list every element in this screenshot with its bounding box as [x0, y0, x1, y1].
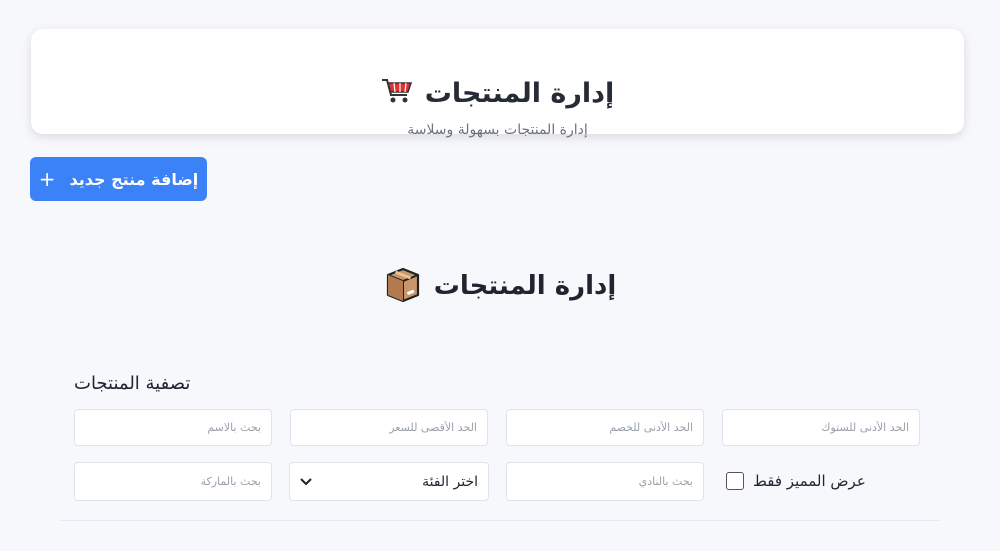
category-select-value: اختر الفئة — [422, 473, 478, 490]
add-product-label: إضافة منتج جديد — [69, 169, 199, 189]
package-box-icon — [384, 265, 422, 307]
category-select[interactable]: اختر الفئة — [289, 462, 489, 501]
section-title-row: إدارة المنتجات — [0, 265, 1000, 307]
featured-only-toggle[interactable]: عرض المميز فقط — [726, 472, 866, 490]
page-subtitle: إدارة المنتجات بسهولة وسلاسة — [407, 122, 588, 138]
name-search-input[interactable] — [74, 409, 272, 446]
add-product-button[interactable]: إضافة منتج جديد + — [30, 157, 207, 201]
filter-section-title: تصفية المنتجات — [74, 373, 191, 394]
min-discount-input[interactable] — [506, 409, 704, 446]
brand-search-input[interactable] — [74, 462, 272, 501]
club-search-input[interactable] — [506, 462, 704, 501]
shopping-cart-icon — [381, 77, 413, 109]
page-title: إدارة المنتجات — [424, 77, 615, 109]
divider — [60, 520, 940, 521]
plus-icon: + — [38, 167, 56, 191]
header-card: إدارة المنتجات إدارة المنتجات بسهولة وسل… — [31, 29, 964, 138]
featured-checkbox[interactable] — [726, 472, 744, 490]
section-title: إدارة المنتجات — [433, 271, 617, 301]
header-title-row: إدارة المنتجات — [31, 77, 964, 109]
max-price-input[interactable] — [290, 409, 488, 446]
featured-label: عرض المميز فقط — [753, 472, 866, 490]
min-stock-input[interactable] — [722, 409, 920, 446]
chevron-down-icon — [300, 475, 312, 489]
